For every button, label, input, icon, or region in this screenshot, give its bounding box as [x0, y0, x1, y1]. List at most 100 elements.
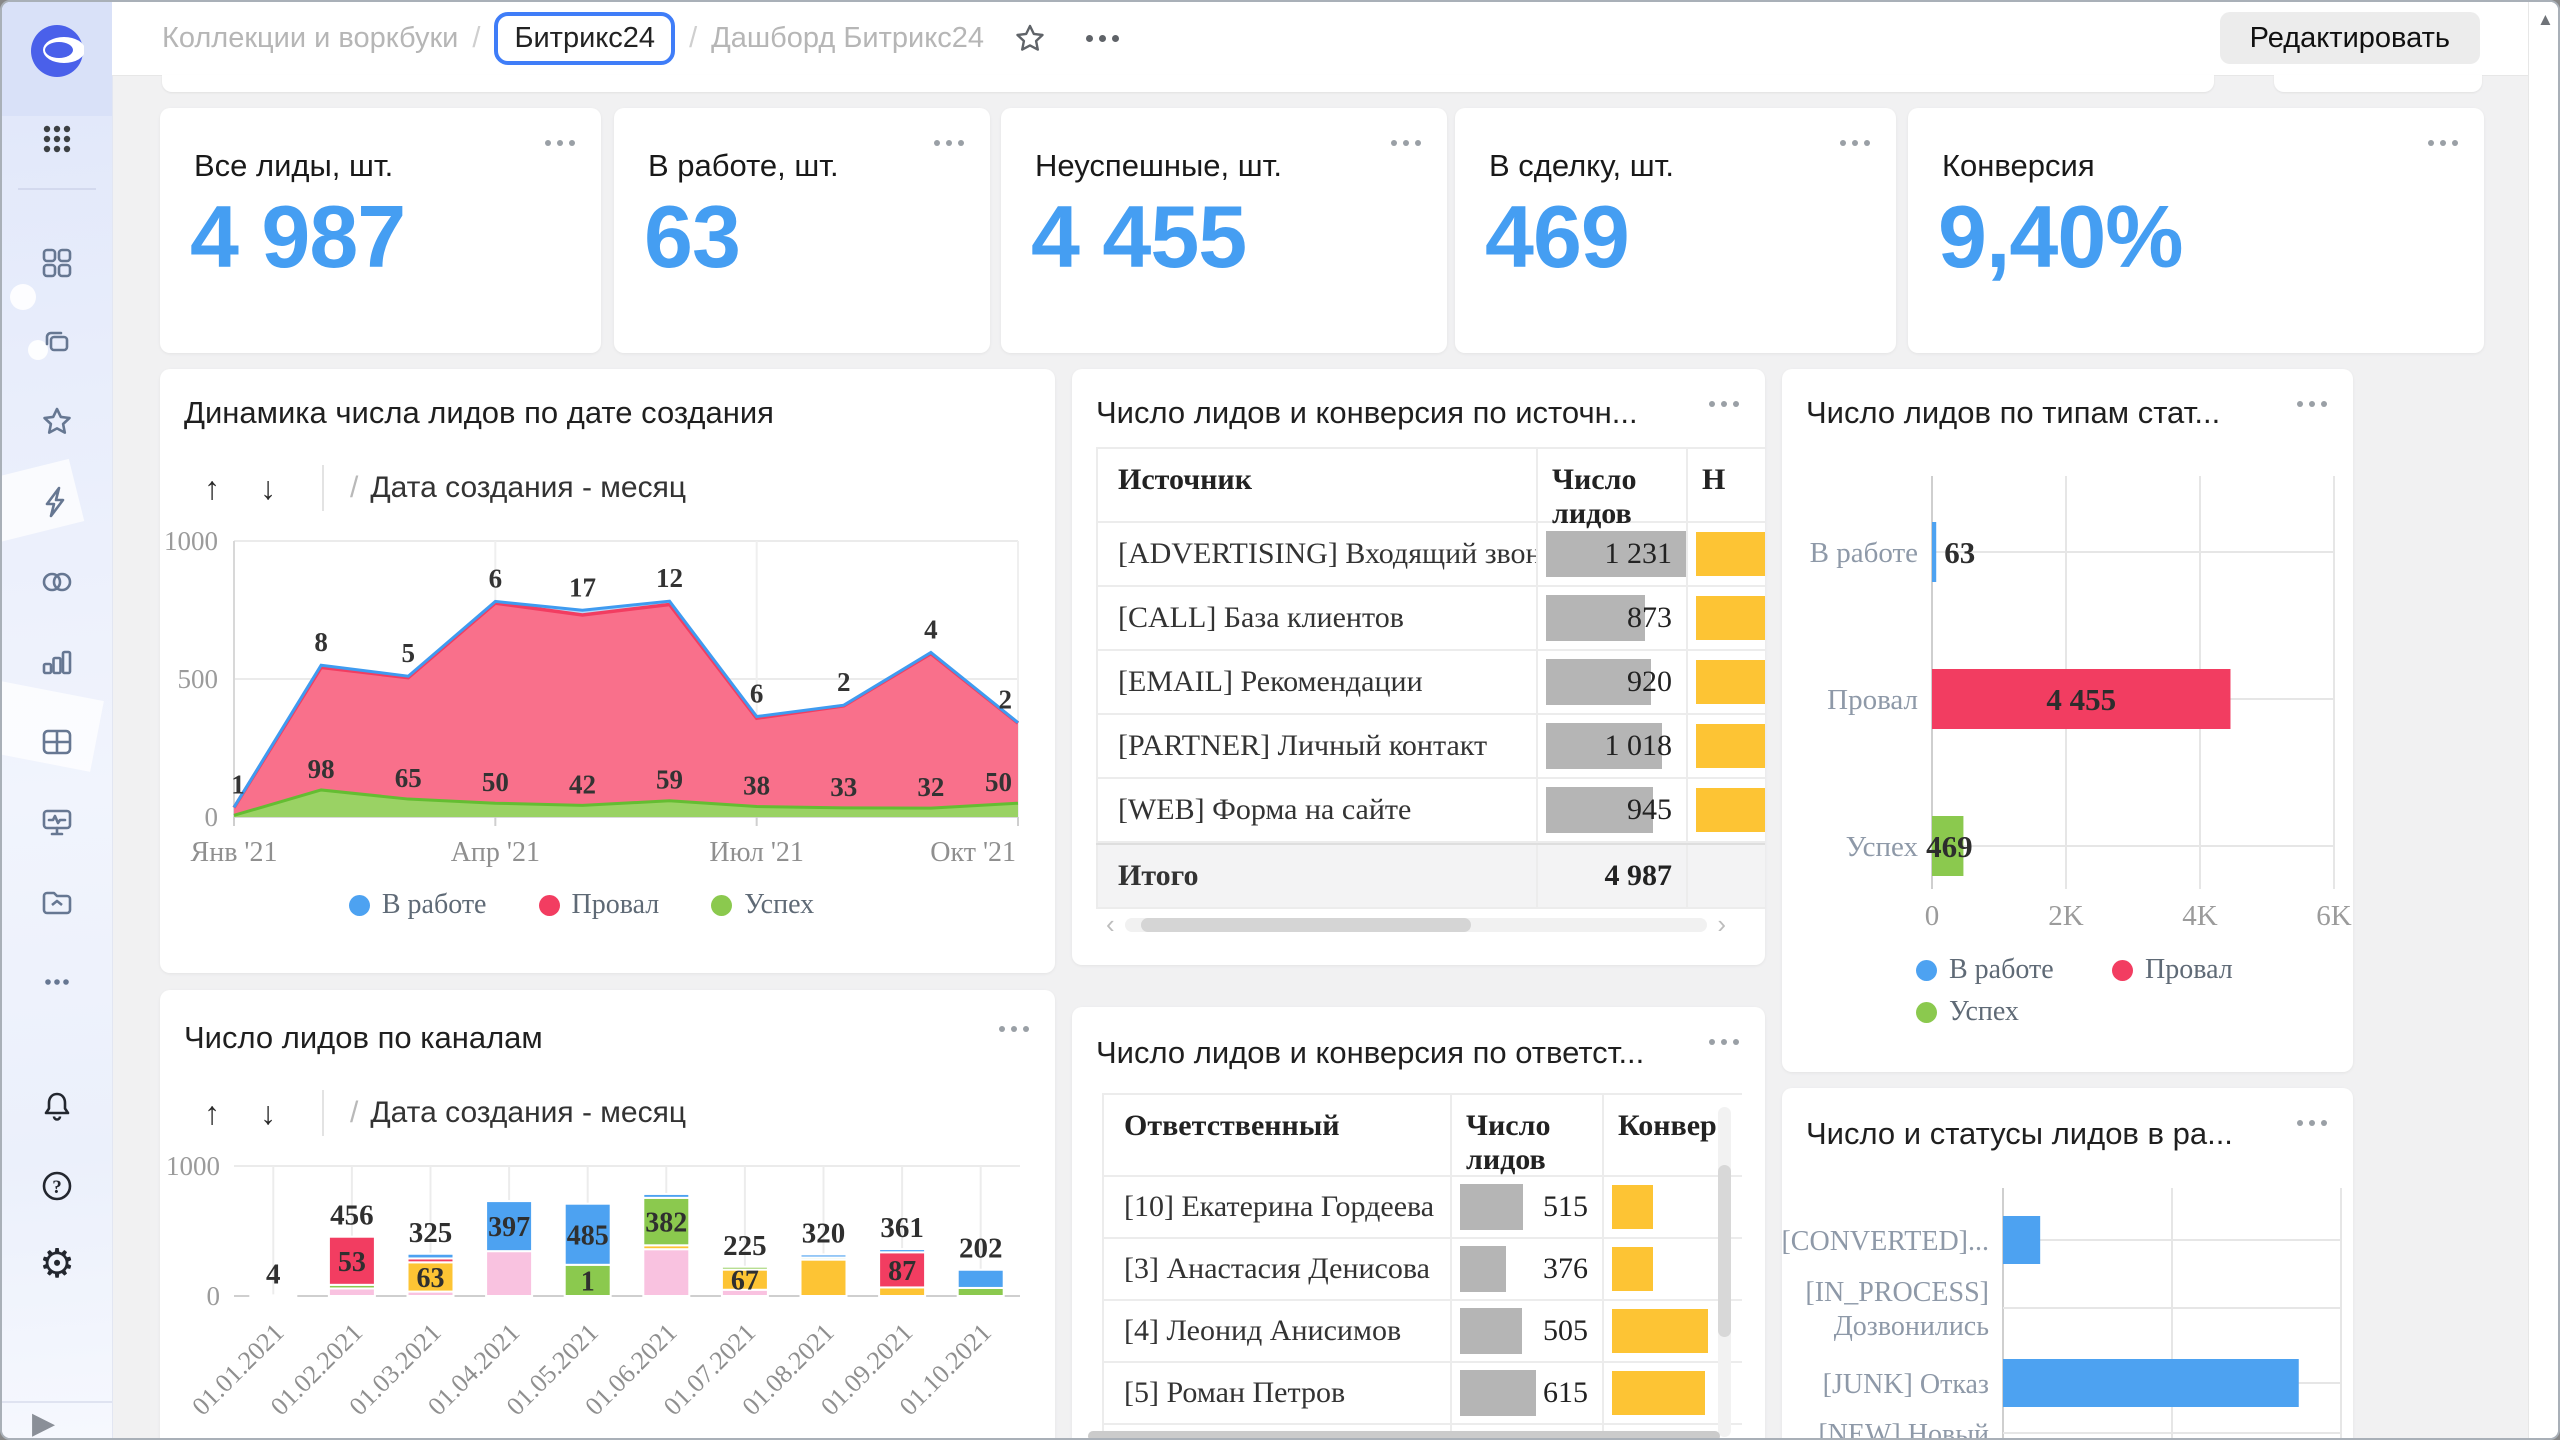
sidebar-footer-divider: [2, 1401, 112, 1403]
svg-text:50: 50: [985, 767, 1012, 797]
value-bar: [1460, 1246, 1506, 1292]
table-row[interactable]: [3] Анастасия Денисова 376: [1102, 1239, 1742, 1301]
kpi-title: Все лиды, шт.: [194, 148, 393, 184]
card-menu-button[interactable]: [1709, 1039, 1739, 1045]
legend-dot: [1916, 960, 1937, 981]
svg-text:325: 325: [409, 1217, 453, 1249]
table-header-row: Источник Число лидов Н: [1096, 447, 1765, 523]
svg-text:320: 320: [802, 1217, 846, 1249]
owners-table: Ответственный Число лидов Конвер [10] Ек…: [1102, 1093, 1742, 1440]
sidebar-item-charts[interactable]: [39, 644, 75, 680]
card-menu-button[interactable]: [1840, 140, 1870, 146]
kpi-title: В сделку, шт.: [1489, 148, 1674, 184]
chart-title: Число лидов и конверсия по источн...: [1096, 395, 1638, 431]
svg-text:1: 1: [581, 1266, 595, 1297]
breadcrumb-dashboard[interactable]: Дашборд Битрикс24: [711, 22, 984, 55]
help-icon[interactable]: ?: [39, 1168, 75, 1204]
legend-item[interactable]: Провал: [2112, 954, 2272, 986]
kpi-card-to-deal: В сделку, шт. 469: [1455, 108, 1896, 353]
svg-text:12: 12: [656, 563, 683, 593]
table-row[interactable]: [WEB] Форма на сайте 945: [1096, 779, 1765, 843]
table-row[interactable]: [PARTNER] Личный контакт 1 018: [1096, 715, 1765, 779]
card-menu-button[interactable]: [934, 140, 964, 146]
value-bar: [1460, 1184, 1523, 1230]
datalens-logo[interactable]: [2, 2, 112, 116]
sidebar-item-storage[interactable]: [39, 884, 75, 920]
card-menu-button[interactable]: [1709, 401, 1739, 407]
legend-item[interactable]: В работе: [1916, 954, 2112, 986]
svg-text:361: 361: [880, 1212, 924, 1244]
svg-text:1000: 1000: [164, 526, 218, 556]
sidebar-item-favorites[interactable]: [39, 404, 75, 440]
svg-text:63: 63: [417, 1263, 445, 1294]
svg-text:Успех: Успех: [1846, 831, 1919, 863]
svg-text:6: 6: [489, 563, 503, 593]
page-scrollbar[interactable]: ▲: [2528, 2, 2560, 1440]
legend-dot: [539, 895, 560, 916]
legend-dot: [1916, 1002, 1937, 1023]
table-horizontal-scrollbar[interactable]: ‹ ›: [1096, 909, 1736, 940]
edit-button[interactable]: Редактировать: [2220, 12, 2480, 64]
svg-text:65: 65: [395, 763, 422, 793]
sidebar-expand-button[interactable]: ▶: [32, 1406, 55, 1440]
table-row[interactable]: [10] Екатерина Гордеева 515: [1102, 1177, 1742, 1239]
notifications-bell-icon[interactable]: [39, 1088, 75, 1124]
sidebar-item-tables[interactable]: [39, 724, 75, 760]
scrollbar-up-arrow[interactable]: ▲: [2537, 10, 2554, 30]
svg-text:?: ?: [52, 1177, 62, 1198]
sidebar-item-collections[interactable]: [39, 324, 75, 360]
table-row[interactable]: [4] Леонид Анисимов 505: [1102, 1301, 1742, 1363]
breadcrumb-workbook-focused[interactable]: Битрикс24: [494, 12, 675, 65]
sidebar-item-connections[interactable]: [39, 484, 75, 520]
topbar-more-menu[interactable]: [1086, 35, 1119, 42]
legend-item[interactable]: Успех: [711, 889, 814, 921]
svg-text:500: 500: [178, 664, 219, 694]
card-menu-button[interactable]: [2428, 140, 2458, 146]
svg-text:469: 469: [1926, 829, 1973, 864]
sidebar-item-dashboards[interactable]: [39, 804, 75, 840]
scrollbar-thumb[interactable]: [1718, 1165, 1731, 1337]
svg-text:Окт '21: Окт '21: [930, 837, 1016, 868]
svg-text:485: 485: [567, 1220, 609, 1251]
conversion-bar: [1696, 596, 1765, 640]
legend-item[interactable]: Провал: [539, 889, 660, 921]
svg-text:[CONVERTED]...: [CONVERTED]...: [1782, 1226, 1989, 1257]
svg-text:0: 0: [207, 1281, 221, 1311]
conversion-bar: [1696, 788, 1765, 832]
card-menu-button[interactable]: [1391, 140, 1421, 146]
apps-grid-icon[interactable]: [39, 121, 75, 157]
breadcrumb-separator: /: [689, 22, 697, 55]
legend-item[interactable]: В работе: [349, 889, 487, 921]
breadcrumb-collections[interactable]: Коллекции и воркбуки: [162, 22, 458, 55]
svg-text:В работе: В работе: [1810, 537, 1918, 569]
sidebar-item-datasets[interactable]: [39, 564, 75, 600]
kpi-title: Неуспешные, шт.: [1035, 148, 1282, 184]
conversion-bar: [1612, 1371, 1705, 1415]
table-row[interactable]: [EMAIL] Рекомендации 920: [1096, 651, 1765, 715]
kpi-title: В работе, шт.: [648, 148, 839, 184]
sidebar-item-more-icon[interactable]: [39, 964, 75, 1000]
table-bottom-scroll-thumb[interactable]: [1088, 1431, 1720, 1440]
svg-text:17: 17: [569, 572, 596, 602]
card-menu-button[interactable]: [545, 140, 575, 146]
table-row[interactable]: [5] Роман Петров 615: [1102, 1363, 1742, 1425]
svg-text:1: 1: [231, 769, 245, 799]
table-row[interactable]: [ADVERTISING] Входящий звонок 1 231: [1096, 523, 1765, 587]
legend-item[interactable]: Успех: [1916, 996, 2112, 1028]
svg-text:33: 33: [830, 772, 857, 802]
svg-text:2: 2: [999, 685, 1013, 715]
sidebar-item-widgets[interactable]: [39, 245, 75, 281]
card-channels: Число лидов по каналам ↑ ↓ / Дата создан…: [160, 990, 1055, 1440]
svg-text:8: 8: [314, 627, 328, 657]
favorite-star-icon[interactable]: [1012, 21, 1048, 57]
breadcrumb: Коллекции и воркбуки / Битрикс24 / Дашбо…: [162, 2, 1119, 75]
scroll-left-icon[interactable]: ‹: [1096, 909, 1125, 940]
settings-gear-icon[interactable]: ⚙: [39, 1246, 75, 1282]
kpi-card-unsuccessful: Неуспешные, шт. 4 455: [1001, 108, 1447, 353]
channels-stacked-bar-chart: 10000401.01.20215345601.02.20216332501.0…: [160, 990, 1055, 1440]
table-row[interactable]: [CALL] База клиентов 873: [1096, 587, 1765, 651]
breadcrumb-separator: /: [472, 22, 480, 55]
conversion-bar: [1612, 1185, 1653, 1229]
table-vertical-scrollbar[interactable]: [1718, 1107, 1731, 1437]
scroll-right-icon[interactable]: ›: [1707, 909, 1736, 940]
